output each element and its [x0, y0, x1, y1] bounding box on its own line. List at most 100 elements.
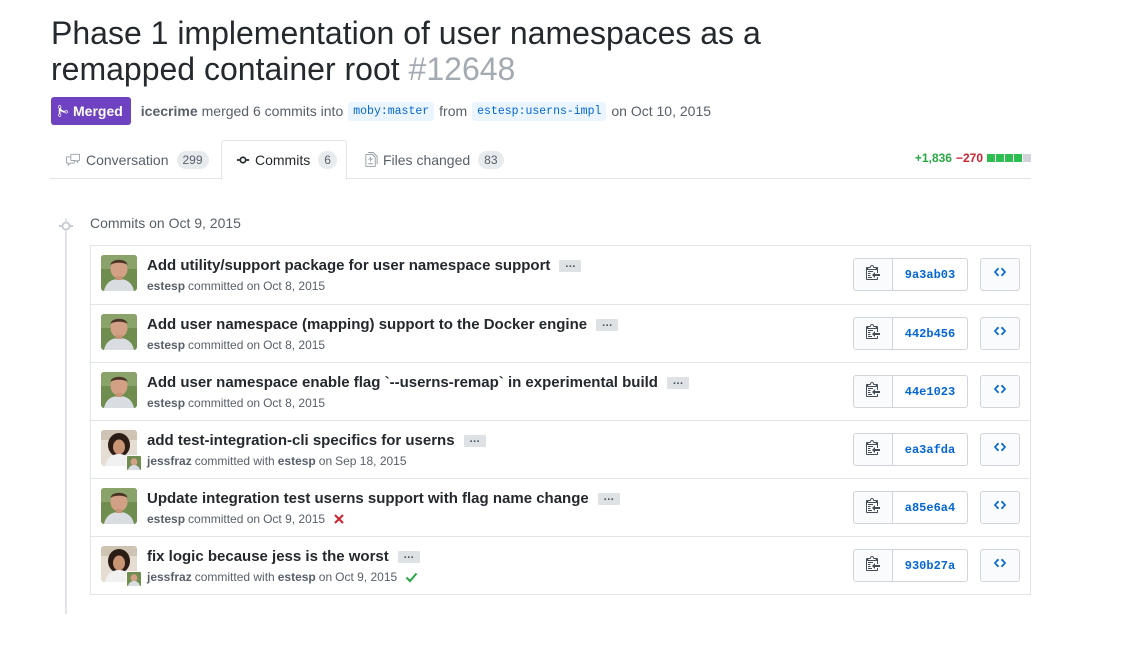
from-text: from [439, 103, 468, 119]
file-diff-icon [365, 152, 378, 167]
commit-sha-link[interactable]: 9a3ab03 [893, 259, 967, 290]
commit-author-link[interactable]: estesp [147, 279, 185, 293]
commit-byline: estesp committed on Oct 8, 2015 [147, 279, 325, 293]
diffstat-deletions: −270 [955, 151, 983, 165]
browse-repo-button[interactable] [980, 433, 1020, 466]
browse-repo-button[interactable] [980, 258, 1020, 291]
merged-date: on Oct 10, 2015 [611, 103, 712, 119]
tab-commits-label: Commits [255, 152, 311, 168]
merged-state-badge: Merged [51, 97, 131, 125]
tab-conversation[interactable]: Conversation 299 [65, 140, 209, 179]
author-avatar[interactable] [101, 372, 137, 408]
commit-row: Update integration test userns support w… [91, 478, 1030, 536]
commit-verb: committed with [194, 454, 275, 468]
pr-author-link[interactable]: icecrime [141, 103, 198, 119]
tab-files-changed-label: Files changed [383, 151, 471, 168]
commit-with-text: on [318, 570, 333, 584]
commit-verb: committed on [188, 279, 261, 293]
sha-button-group: 930b27a [853, 549, 968, 582]
commit-row: add test-integration-cli specifics for u… [91, 420, 1030, 478]
ci-failure-icon[interactable] [333, 513, 345, 525]
commit-author-link[interactable]: estesp [147, 338, 185, 352]
expand-message-button[interactable]: … [559, 258, 582, 272]
commit-sha-link[interactable]: ea3afda [893, 434, 967, 465]
copy-sha-button[interactable] [854, 318, 893, 349]
tab-commits-count: 6 [318, 151, 337, 169]
commit-message-row: add test-integration-cli specifics for u… [147, 432, 486, 449]
commit-verb: committed on [188, 396, 261, 410]
code-icon [993, 556, 1007, 575]
tab-conversation-count: 299 [176, 150, 209, 169]
browse-repo-button[interactable] [980, 549, 1020, 582]
copy-sha-button[interactable] [854, 259, 893, 290]
expand-message-button[interactable]: … [596, 317, 619, 331]
commit-message-link[interactable]: fix logic because jess is the worst [147, 548, 389, 565]
sha-button-group: a85e6a4 [853, 491, 968, 524]
commit-row: Add user namespace (mapping) support to … [91, 304, 1030, 362]
sha-button-group: 44e1023 [853, 375, 968, 408]
commit-date: Oct 9, 2015 [335, 570, 398, 584]
author-avatar[interactable] [101, 314, 137, 350]
author-avatar[interactable] [101, 255, 137, 291]
commit-sha-link[interactable]: 44e1023 [893, 376, 967, 407]
commit-message-row: Add user namespace (mapping) support to … [147, 316, 619, 333]
commit-icon [236, 156, 250, 164]
commit-verb: committed on [188, 338, 261, 352]
browse-repo-button[interactable] [980, 491, 1020, 524]
ci-success-icon[interactable] [405, 571, 418, 583]
code-icon [993, 265, 1007, 284]
pr-meta: Merged icecrime merged 6 commits into mo… [51, 97, 715, 125]
base-branch[interactable]: moby:master [348, 101, 435, 121]
copy-sha-button[interactable] [854, 376, 893, 407]
expand-message-button[interactable]: … [597, 491, 620, 505]
diffstat-block [1014, 154, 1022, 162]
browse-repo-button[interactable] [980, 317, 1020, 350]
commit-author-link[interactable]: jessfraz [147, 454, 192, 468]
diffstat-block [1023, 154, 1031, 162]
sha-button-group: 9a3ab03 [853, 258, 968, 291]
commit-byline: estesp committed on Oct 8, 2015 [147, 338, 325, 352]
commit-author-link[interactable]: estesp [147, 396, 185, 410]
merged-text: merged 6 commits into [201, 103, 344, 119]
merged-state-label: Merged [73, 103, 123, 119]
commit-byline: jessfraz committed with estesp on Sep 18, 20… [147, 454, 407, 468]
commit-byline: jessfraz committed with estesp on Oct 9, 201… [147, 570, 418, 584]
commit-verb: committed on [188, 512, 261, 526]
commit-sha-link[interactable]: a85e6a4 [893, 492, 967, 523]
sha-button-group: 442b456 [853, 317, 968, 350]
tab-commits[interactable]: Commits 6 [221, 140, 347, 180]
coauthor-avatar[interactable] [126, 455, 142, 471]
commit-date: Oct 8, 2015 [263, 338, 326, 352]
author-avatar[interactable] [101, 488, 137, 524]
commit-message-link[interactable]: add test-integration-cli specifics for u… [147, 432, 455, 449]
commit-message-link[interactable]: Update integration test userns support w… [147, 490, 589, 507]
timeline-line [65, 218, 67, 614]
copy-sha-button[interactable] [854, 434, 893, 465]
commit-sha-link[interactable]: 442b456 [893, 318, 967, 349]
tab-files-changed[interactable]: Files changed 83 [365, 140, 504, 179]
commit-author-link[interactable]: estesp [147, 512, 185, 526]
commit-row: fix logic because jess is the worst … jess… [91, 536, 1030, 594]
expand-message-button[interactable]: … [463, 433, 486, 447]
commit-message-link[interactable]: Add user namespace (mapping) support to … [147, 316, 587, 333]
commit-author-link[interactable]: jessfraz [147, 570, 192, 584]
commit-coauthor-link[interactable]: estesp [278, 570, 316, 584]
commit-message-row: Add utility/support package for user nam… [147, 257, 582, 274]
copy-sha-button[interactable] [854, 550, 893, 581]
commit-date: Oct 9, 2015 [263, 512, 326, 526]
code-icon [993, 440, 1007, 459]
commit-message-link[interactable]: Add user namespace enable flag `--userns… [147, 374, 658, 391]
head-branch[interactable]: estesp:userns-impl [472, 101, 607, 121]
commit-message-link[interactable]: Add utility/support package for user nam… [147, 257, 550, 274]
expand-message-button[interactable]: … [666, 375, 689, 389]
commit-sha-link[interactable]: 930b27a [893, 550, 967, 581]
commit-byline: estesp committed on Oct 9, 2015 [147, 512, 345, 526]
commit-date: Sep 18, 2015 [335, 454, 407, 468]
diffstat-block [1005, 154, 1013, 162]
browse-repo-button[interactable] [980, 375, 1020, 408]
copy-sha-button[interactable] [854, 492, 893, 523]
code-icon [993, 382, 1007, 401]
coauthor-avatar[interactable] [126, 571, 142, 587]
commit-coauthor-link[interactable]: estesp [278, 454, 316, 468]
expand-message-button[interactable]: … [397, 549, 420, 563]
